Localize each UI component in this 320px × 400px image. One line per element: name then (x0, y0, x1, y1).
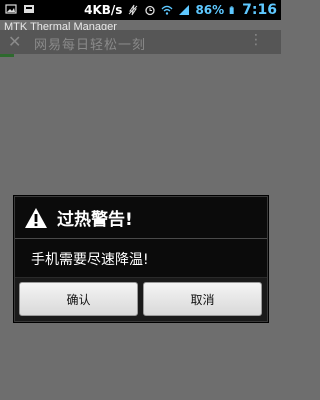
accent-strip (0, 54, 14, 57)
dialog-message: 手机需要尽速降温! (31, 252, 149, 268)
status-bar: 4KB/s 86% 7:16 (0, 0, 281, 20)
net-speed: 4KB/s (84, 3, 123, 17)
dimmed-action-bar: ✕ 网易每日轻松一刻 ⋮ (0, 30, 281, 57)
wifi-icon (161, 5, 173, 15)
image-icon (5, 4, 17, 14)
clock: 7:16 (242, 2, 277, 18)
battery-level: 86% (195, 3, 225, 17)
confirm-button[interactable]: 确认 (19, 282, 138, 316)
dialog-title: 过热警告! (57, 210, 133, 230)
dimmed-app-title: 网易每日轻松一刻 (34, 38, 147, 53)
more-icon: ⋮ (249, 32, 263, 48)
signal-icon (179, 5, 190, 15)
notification-icons (5, 3, 35, 15)
dialog-header: 过热警告! (15, 197, 267, 238)
cancel-button[interactable]: 取消 (143, 282, 262, 316)
system-indicators: 4KB/s 86% 7:16 (84, 2, 277, 18)
warning-icon (25, 207, 47, 228)
dialog-button-bar: 确认 取消 (15, 277, 267, 321)
back-icon: ✕ (8, 32, 22, 51)
thermal-warning-dialog: 过热警告! 手机需要尽速降温! 确认 取消 (14, 196, 268, 322)
alarm-icon (145, 5, 156, 16)
flash-off-icon (129, 4, 138, 16)
battery-icon (229, 6, 234, 14)
dialog-divider (15, 238, 267, 239)
mail-icon (24, 5, 34, 13)
